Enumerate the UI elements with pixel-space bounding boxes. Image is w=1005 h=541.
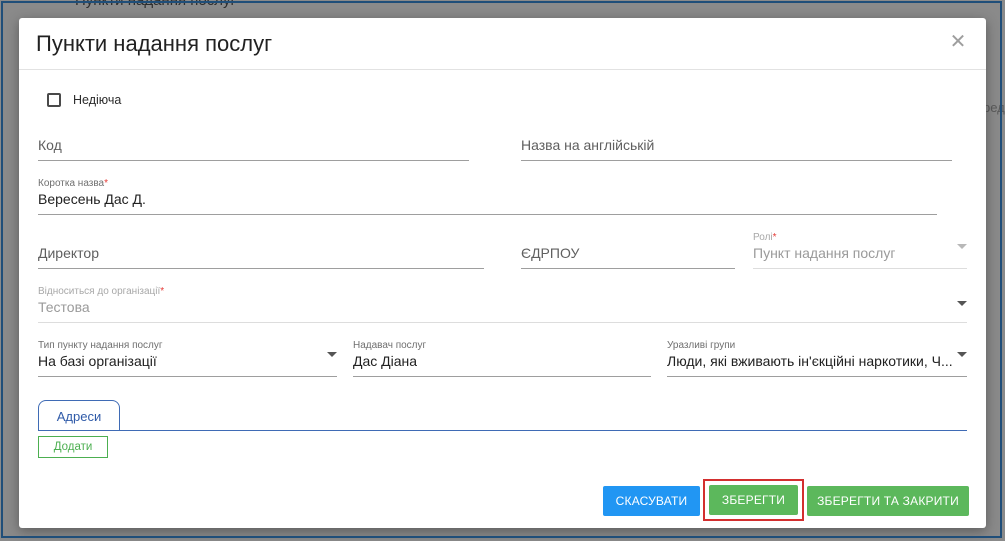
organization-chevron-down-icon: [957, 301, 967, 306]
provider-value: Дас Діана: [353, 353, 418, 369]
add-address-button[interactable]: Додати: [38, 436, 108, 458]
point-type-chevron-down-icon[interactable]: [327, 352, 337, 357]
director-placeholder: Директор: [38, 245, 99, 261]
roles-chevron-down-icon: [957, 244, 967, 249]
code-field[interactable]: Код: [38, 130, 469, 161]
roles-value: Пункт надання послуг: [753, 245, 896, 261]
short-name-label: Коротка назва*: [38, 178, 109, 189]
provider-field[interactable]: Надавач послуг Дас Діана: [353, 340, 651, 377]
inactive-checkbox-label: Недіюча: [73, 93, 122, 107]
code-placeholder: Код: [38, 137, 62, 153]
dialog-title: Пункти надання послуг: [36, 31, 273, 56]
save-and-close-button[interactable]: ЗБЕРЕГТИ ТА ЗАКРИТИ: [807, 486, 969, 516]
tab-addresses[interactable]: Адреси: [38, 400, 120, 430]
name-en-field[interactable]: Назва на англійській: [521, 130, 952, 161]
dialog-header: Пункти надання послуг ✕: [19, 18, 986, 70]
director-field[interactable]: Директор: [38, 238, 484, 269]
save-button[interactable]: ЗБЕРЕГТИ: [709, 485, 798, 515]
roles-select: Ролі* Пункт надання послуг: [753, 232, 967, 269]
point-type-select[interactable]: Тип пункту надання послуг На базі органі…: [38, 340, 337, 377]
roles-label: Ролі*: [753, 232, 777, 243]
name-en-placeholder: Назва на англійській: [521, 137, 655, 153]
vulnerable-groups-chevron-down-icon[interactable]: [957, 352, 967, 357]
organization-select: Відноситься до організації* Тестова: [38, 286, 967, 323]
backdrop-title: Пункти надання послуг: [75, 0, 236, 9]
provider-label: Надавач послуг: [353, 340, 427, 351]
inactive-checkbox[interactable]: [47, 93, 61, 107]
short-name-field[interactable]: Коротка назва* Вересень Дас Д.: [38, 178, 937, 215]
service-points-dialog: Пункти надання послуг ✕ Недіюча Код Назв…: [19, 18, 986, 528]
cancel-button[interactable]: СКАСУВАТИ: [603, 486, 700, 516]
edrpou-field[interactable]: ЄДРПОУ: [521, 238, 735, 269]
vulnerable-groups-label: Уразливі групи: [667, 340, 736, 351]
close-icon[interactable]: ✕: [948, 32, 968, 52]
vulnerable-groups-value: Люди, які вживають ін'єкційні наркотики,…: [667, 353, 953, 369]
short-name-value: Вересень Дас Д.: [38, 191, 146, 207]
tab-divider: [38, 430, 967, 431]
organization-value: Тестова: [38, 299, 90, 315]
point-type-label: Тип пункту надання послуг: [38, 340, 163, 351]
vulnerable-groups-select[interactable]: Уразливі групи Люди, які вживають ін'єкц…: [667, 340, 967, 377]
edrpou-placeholder: ЄДРПОУ: [521, 245, 580, 261]
organization-label: Відноситься до організації*: [38, 286, 165, 297]
backdrop-hint: ред: [983, 100, 1005, 115]
point-type-value: На базі організації: [38, 353, 157, 369]
